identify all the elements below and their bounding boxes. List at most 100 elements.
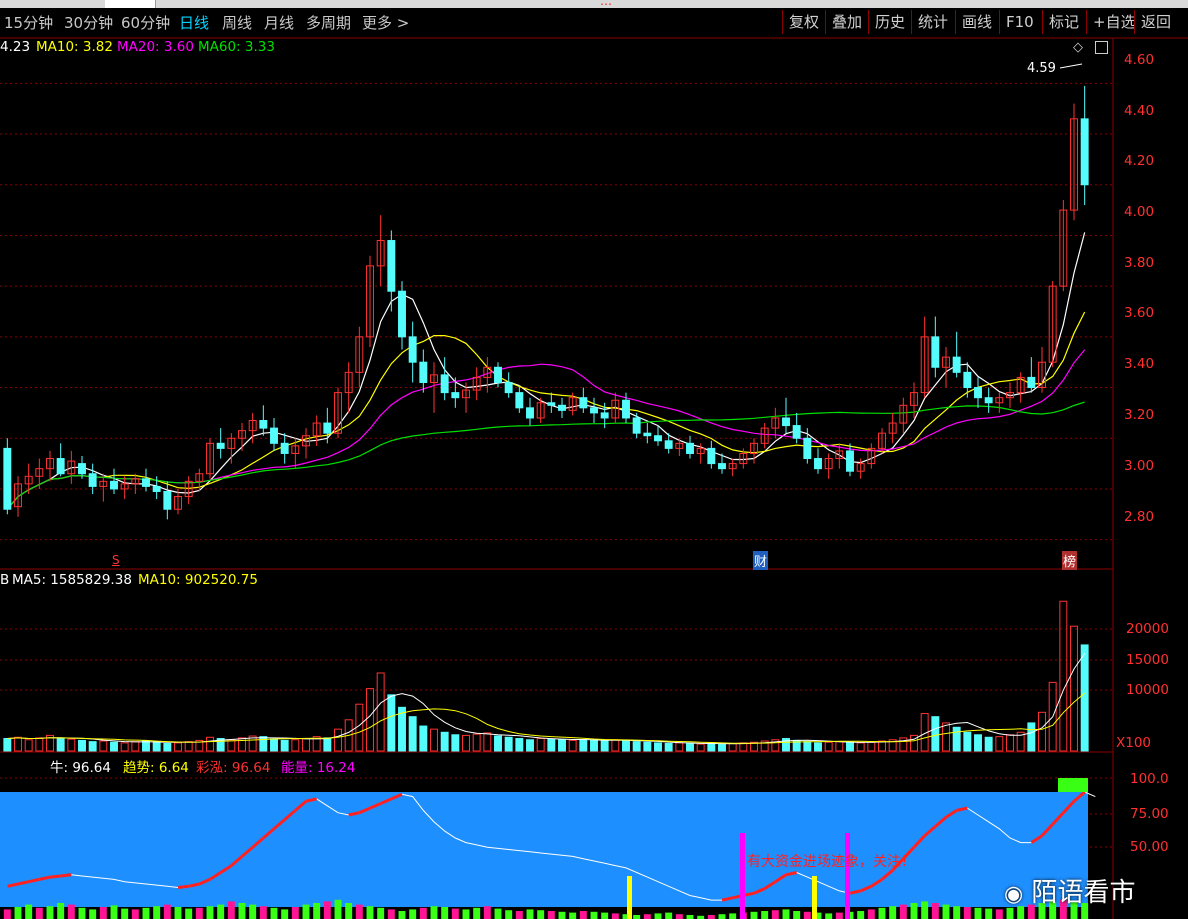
candle-body: [664, 440, 673, 449]
candle: [952, 331, 961, 378]
volume-bar: [78, 739, 86, 752]
indicator-energy-bar: [217, 904, 225, 919]
indicator-energy-bar: [643, 914, 651, 919]
indicator-energy-bar: [974, 907, 982, 919]
candle-body: [632, 417, 641, 434]
settings-diamond-icon[interactable]: ◇: [1073, 40, 1083, 55]
candle: [312, 415, 321, 446]
signal-bar: [740, 833, 745, 919]
candle-body: [814, 458, 822, 470]
candle: [302, 428, 310, 459]
volume-bar: [526, 739, 534, 752]
indicator-energy-bar: [995, 909, 1003, 919]
candle-body: [163, 490, 172, 510]
candle-body: [323, 422, 332, 434]
indicator-energy-bar: [654, 913, 662, 919]
signal-bar: [627, 876, 632, 919]
moving-average-lines: [6, 232, 1086, 510]
candle-body: [270, 427, 278, 444]
indicator-energy-bar: [526, 909, 534, 919]
volume-bar: [824, 741, 833, 752]
indicator-energy-bar: [857, 911, 865, 919]
candle-body: [803, 437, 812, 460]
volume-bar: [952, 726, 961, 752]
candle-body: [984, 397, 993, 404]
volume-bar: [494, 735, 502, 752]
right-info-strip: [1176, 40, 1188, 570]
indicator-rising-segment: [177, 884, 189, 889]
ma5-line: [6, 232, 1086, 510]
volume-bar: [707, 743, 716, 752]
volume-bar: [472, 733, 481, 752]
candle-body: [1080, 118, 1089, 186]
volume-bar: [67, 738, 76, 752]
volume-bar: [1080, 644, 1089, 752]
volume-bar: [931, 716, 940, 752]
candle: [3, 438, 12, 515]
candle: [920, 316, 929, 398]
indicator-energy-bar: [601, 912, 609, 919]
volume-bar: [366, 688, 374, 752]
candle: [184, 476, 193, 505]
candle: [216, 428, 225, 459]
watermark-text: 陌语看市: [1031, 878, 1136, 908]
candle-body: [600, 412, 609, 419]
ranking-marker[interactable]: 榜: [1062, 551, 1078, 570]
volume-bar: [974, 734, 982, 752]
indicator-energy-bar: [963, 907, 971, 919]
volume-bar: [174, 742, 182, 752]
volume-bar: [664, 743, 673, 752]
candle: [888, 412, 897, 444]
weibo-watermark: ◉ 陌语看市: [1004, 872, 1135, 909]
indicator-energy-bar: [3, 909, 11, 919]
candle-body: [504, 381, 513, 394]
candle-body: [1027, 376, 1036, 389]
volume-bar: [35, 737, 44, 752]
signal-bar: [845, 833, 850, 919]
indicator-energy-bar: [515, 911, 523, 919]
volume-bar: [56, 738, 65, 752]
candle: [323, 407, 332, 444]
candle: [814, 448, 822, 474]
volume-bar: [643, 741, 652, 752]
candle: [942, 346, 950, 388]
volume-bar: [99, 740, 108, 752]
chart-overlays: [1059, 63, 1083, 69]
candle-body: [216, 442, 225, 449]
candle: [1059, 199, 1068, 292]
candle-body: [515, 392, 524, 409]
volume-bar: [728, 743, 737, 752]
candle-body: [419, 361, 428, 383]
candle: [760, 423, 769, 449]
stock-chart[interactable]: [0, 0, 1188, 919]
indicator-energy-bar: [57, 903, 65, 919]
candle-body: [451, 392, 460, 399]
volume-bar: [568, 739, 577, 752]
s-marker[interactable]: S: [112, 553, 120, 567]
volume-bar: [590, 739, 598, 752]
indicator-energy-bar: [1006, 907, 1014, 919]
volume-bar: [291, 739, 300, 752]
signal-bar: [812, 876, 817, 919]
volume-bar: [238, 737, 246, 752]
volume-bar: [88, 741, 97, 752]
indicator-energy-bar: [131, 909, 139, 919]
indicator-energy-bar: [473, 907, 481, 919]
finance-marker[interactable]: 财: [753, 551, 769, 570]
indicator-energy-bar: [729, 913, 737, 919]
candle: [142, 468, 150, 492]
candle: [974, 377, 982, 408]
panel-toggle-icon[interactable]: [1095, 41, 1108, 54]
indicator-energy-bar: [14, 907, 22, 919]
volume-bar: [515, 738, 524, 752]
indicator-energy-bar: [355, 904, 363, 919]
indicator-energy-bar: [227, 901, 235, 919]
candle: [899, 397, 908, 434]
indicator-energy-bar: [377, 907, 385, 919]
candle: [590, 397, 598, 424]
candle-body: [707, 447, 716, 465]
volume-bar: [675, 742, 684, 752]
candle: [440, 357, 449, 401]
candle-body: [280, 442, 289, 454]
candle: [334, 387, 342, 439]
